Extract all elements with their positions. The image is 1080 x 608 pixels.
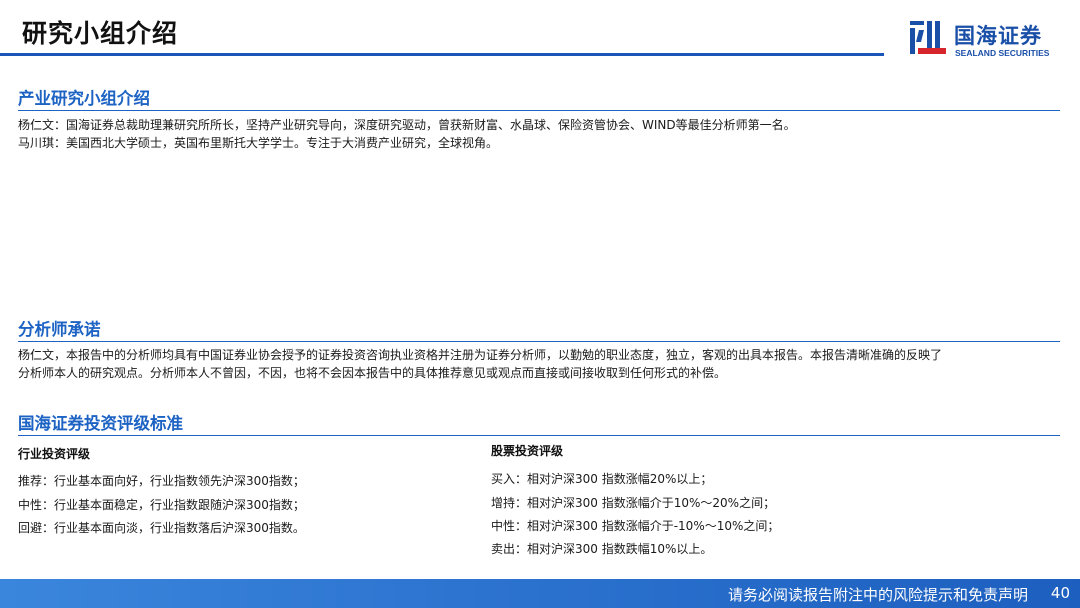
commitment-line: 分析师本人的研究观点。分析师本人不曾因，不因，也将不会因本报告中的具体推荐意见或…	[18, 365, 727, 380]
commitment-heading-rule	[18, 341, 1060, 342]
stock-rating-item: 中性：相对沪深300 指数涨幅介于-10%～10%之间；	[491, 519, 780, 533]
industry-rating-item: 回避：行业基本面向淡，行业指数落后沪深300指数。	[18, 521, 305, 535]
stock-rating-title: 股票投资评级	[491, 444, 564, 458]
industry-rating-title: 行业投资评级	[18, 447, 91, 461]
rating-heading-rule	[18, 435, 1060, 436]
team-intro: 杨仁文：国海证券总裁助理兼研究所所长，坚持产业研究导向，深度研究驱动，曾获新财富…	[18, 117, 1064, 152]
team-member-line: 杨仁文：国海证券总裁助理兼研究所所长，坚持产业研究导向，深度研究驱动，曾获新财富…	[18, 118, 796, 132]
footer-bar: 请务必阅读报告附注中的风险提示和免责声明 40	[0, 579, 1080, 608]
commitment-text: 杨仁文，本报告中的分析师均具有中国证券业协会授予的证券投资咨询执业资格并注册为证…	[18, 347, 1064, 382]
page-title: 研究小组介绍	[22, 19, 179, 48]
stock-rating-item: 买入：相对沪深300 指数涨幅20%以上；	[491, 472, 713, 486]
commitment-heading: 分析师承诺	[18, 320, 101, 339]
team-heading-rule	[18, 110, 1060, 111]
company-logo: 国海证券 SEALAND SECURITIES	[908, 18, 1068, 62]
team-member-line: 马川琪：美国西北大学硕士，英国布里斯托大学学士。专注于大消费产业研究，全球视角。	[18, 135, 499, 150]
logo-en-text: SEALAND SECURITIES	[955, 48, 1050, 58]
logo-cn-text: 国海证券	[954, 24, 1042, 48]
rating-heading: 国海证券投资评级标准	[18, 414, 183, 433]
commitment-line: 杨仁文，本报告中的分析师均具有中国证券业协会授予的证券投资咨询执业资格并注册为证…	[18, 348, 943, 362]
sealand-logo-icon	[910, 21, 946, 54]
stock-rating-item: 增持：相对沪深300 指数涨幅介于10%～20%之间；	[491, 496, 776, 510]
title-underline	[0, 53, 884, 56]
industry-rating-item: 推荐：行业基本面向好，行业指数领先沪深300指数；	[18, 474, 305, 488]
team-heading: 产业研究小组介绍	[18, 89, 150, 108]
page-number: 40	[1050, 584, 1070, 602]
industry-rating-item: 中性：行业基本面稳定，行业指数跟随沪深300指数；	[18, 498, 305, 512]
footer-disclaimer: 请务必阅读报告附注中的风险提示和免责声明	[727, 586, 1028, 604]
stock-rating-item: 卖出：相对沪深300 指数跌幅10%以上。	[491, 542, 713, 556]
